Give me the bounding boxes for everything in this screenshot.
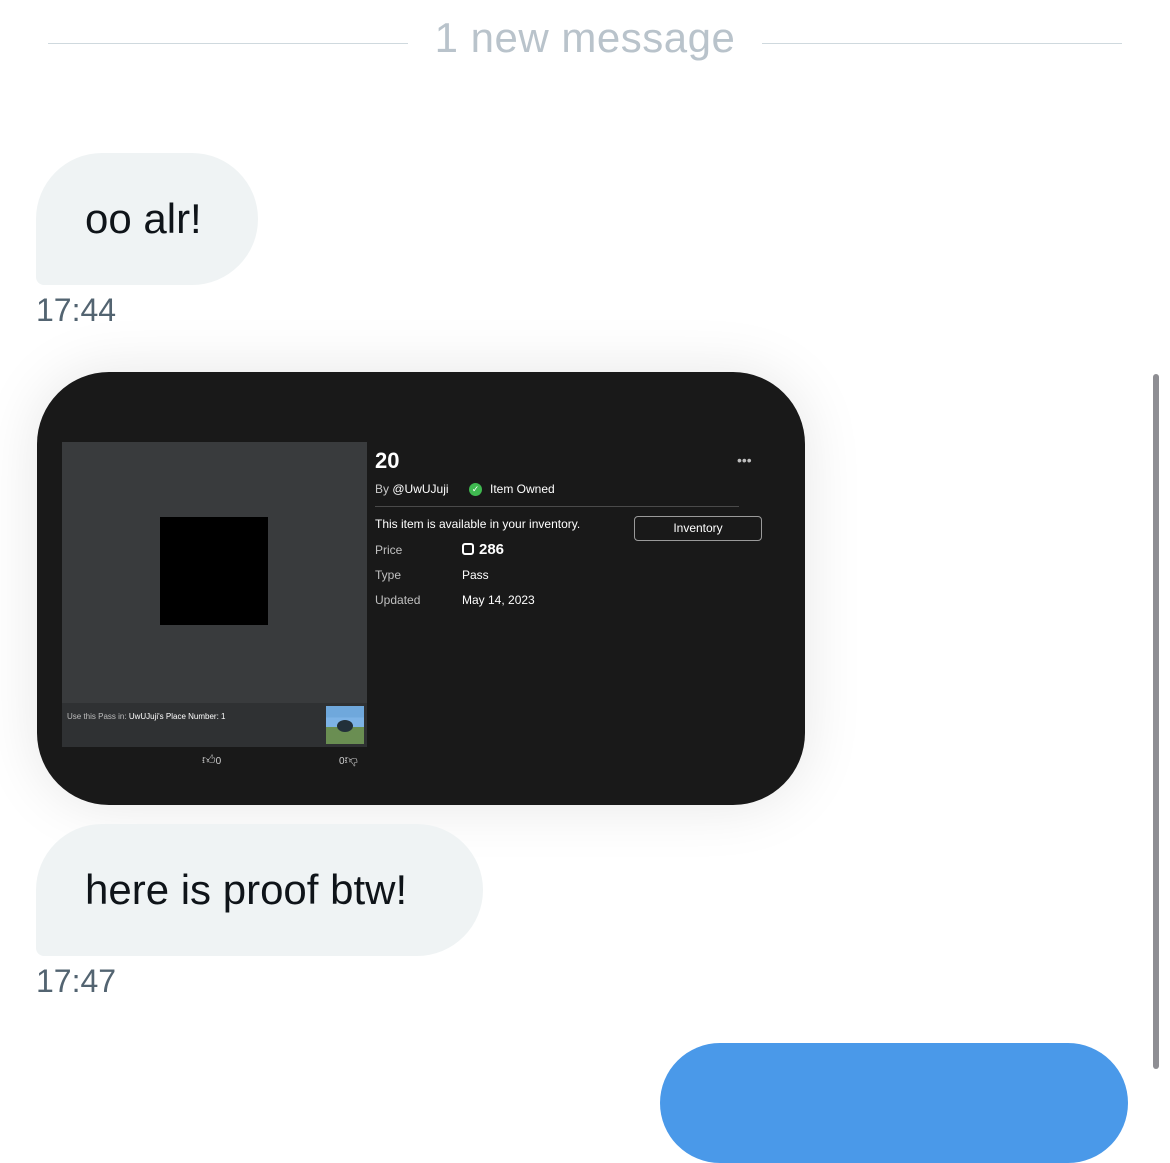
scrollbar[interactable] xyxy=(1153,374,1159,1069)
thumbs-up-icon: 👍︎ xyxy=(202,752,216,767)
use-pass-place[interactable]: UwUJuji's Place Number: 1 xyxy=(129,712,226,721)
place-thumbnail[interactable] xyxy=(326,706,364,744)
message-text: here is proof btw! xyxy=(85,866,408,913)
item-title: 20 xyxy=(375,448,400,473)
divider-line-right xyxy=(762,43,1122,44)
item-image xyxy=(160,517,268,625)
more-options-icon[interactable]: ••• xyxy=(737,452,752,468)
price-label: Price xyxy=(375,543,403,557)
new-message-label: 1 new message xyxy=(434,14,736,61)
owned-badge: Item Owned xyxy=(490,482,555,496)
message-text: oo alr! xyxy=(85,195,202,242)
message-bubble[interactable]: here is proof btw! xyxy=(36,824,483,956)
price-amount: 286 xyxy=(479,541,505,558)
item-thumbnail: Use this Pass in: UwUJuji's Place Number… xyxy=(62,442,367,747)
creator-link[interactable]: @UwUJuji xyxy=(392,482,448,496)
price-value: 286 xyxy=(462,541,504,558)
updated-value: May 14, 2023 xyxy=(462,593,535,607)
upvote-count: 0 xyxy=(215,756,222,767)
upvote[interactable]: 👍︎0 xyxy=(202,752,221,768)
use-pass-prefix: Use this Pass in: xyxy=(67,712,127,721)
item-creator: By @UwUJuji xyxy=(375,482,449,496)
availability-text: This item is available in your inventory… xyxy=(375,517,581,531)
outgoing-message-bubble[interactable] xyxy=(660,1043,1128,1163)
message-timestamp: 17:44 xyxy=(36,292,117,328)
header-divider xyxy=(375,506,739,507)
place-thumbnail-detail xyxy=(337,720,353,732)
message-bubble[interactable]: oo alr! xyxy=(36,153,258,285)
message-timestamp: 17:47 xyxy=(36,963,117,999)
use-pass-text: Use this Pass in: UwUJuji's Place Number… xyxy=(67,712,225,721)
use-pass-bar: Use this Pass in: UwUJuji's Place Number… xyxy=(62,703,367,747)
updated-label: Updated xyxy=(375,593,421,607)
by-prefix: By xyxy=(375,482,390,496)
type-label: Type xyxy=(375,568,402,582)
inventory-button[interactable]: Inventory xyxy=(634,516,762,541)
check-icon: ✓ xyxy=(469,483,482,496)
type-value: Pass xyxy=(462,568,489,582)
thumbs-down-icon: 👎︎ xyxy=(344,752,358,767)
robux-icon xyxy=(462,543,474,556)
divider-line-left xyxy=(48,43,408,44)
image-attachment[interactable]: Use this Pass in: UwUJuji's Place Number… xyxy=(37,372,805,805)
downvote[interactable]: 0👎︎ xyxy=(339,752,358,768)
